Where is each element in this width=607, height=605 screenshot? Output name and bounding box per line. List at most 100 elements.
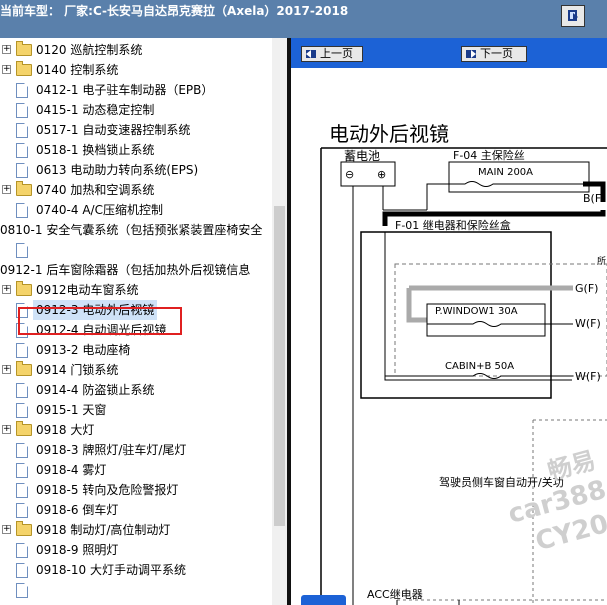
terminal-b: B(F	[583, 192, 601, 205]
tree-item-label: 0918-3 牌照灯/驻车灯/尾灯	[36, 443, 187, 457]
expand-toggle-icon[interactable]: +	[2, 65, 11, 74]
expand-toggle-icon[interactable]: +	[2, 425, 11, 434]
tree-item[interactable]: +0140 控制系统	[0, 60, 272, 80]
tree-item-label: 0913-2 电动座椅	[36, 343, 131, 357]
tree-item[interactable]: 0913-2 电动座椅	[0, 340, 272, 360]
tree-item-label: 0613 电动助力转向系统(EPS)	[36, 163, 199, 177]
tree-item[interactable]: 0415-1 动态稳定控制	[0, 100, 272, 120]
expand-toggle-icon[interactable]: +	[2, 45, 11, 54]
expand-toggle-icon[interactable]: +	[2, 185, 11, 194]
folder-icon	[16, 181, 32, 196]
tree-item[interactable]: 0613 电动助力转向系统(EPS)	[0, 160, 272, 180]
tree-item-label: 0518-1 换档锁止系统	[36, 143, 155, 157]
partial-label: 所	[597, 256, 606, 267]
expand-toggle-icon[interactable]: +	[2, 285, 11, 294]
title-bar: 当前车型： 厂家:C-长安马自达昂克赛拉（Axela）2017-2018	[0, 0, 607, 38]
folder-icon	[16, 421, 32, 436]
scrollbar-thumb[interactable]	[274, 206, 285, 526]
tree-item-label: 0914-4 防盗锁止系统	[36, 383, 155, 397]
tree-item-label: 0918-6 倒车灯	[36, 503, 119, 517]
tree-item[interactable]: 0918-10 大灯手动调平系统	[0, 560, 272, 580]
tree-item-label: 0918-9 照明灯	[36, 543, 119, 557]
document-icon	[16, 343, 28, 358]
tree-item[interactable]: 0810-1 安全气囊系统（包括预张紧装置座椅安全	[0, 220, 272, 240]
acc-relay-label: ACC继电器	[367, 588, 423, 601]
tree-item[interactable]: 0518-1 换档锁止系统	[0, 140, 272, 160]
tree-item-label: 0912电动车窗系统	[36, 283, 139, 297]
tree-item[interactable]: +0914 门锁系统	[0, 360, 272, 380]
exit-icon[interactable]	[561, 5, 585, 27]
window-fuse-label: P.WINDOW1 30A	[435, 306, 518, 317]
tree-item-label: 0918 大灯	[36, 423, 95, 437]
tree-item[interactable]	[0, 580, 272, 600]
tree-item[interactable]: 0740-4 A/C压缩机控制	[0, 200, 272, 220]
document-icon	[16, 103, 28, 118]
tree-item[interactable]: 0912-1 后车窗除霜器（包括加热外后视镜信息	[0, 260, 272, 280]
document-icon	[16, 463, 28, 478]
tree-item-label: 0415-1 动态稳定控制	[36, 103, 155, 117]
document-icon	[16, 403, 28, 418]
document-icon	[16, 583, 28, 598]
document-pane: 上一页 下一页 电动外后视镜 蓄电池 ⊖ ⊕ F-04 主保险丝 MAIN 20…	[287, 38, 607, 605]
tree-item-label: 0140 控制系统	[36, 63, 119, 77]
tree-item[interactable]: 0918-5 转向及危险警报灯	[0, 480, 272, 500]
tree-item[interactable]: 0918-4 雾灯	[0, 460, 272, 480]
battery-minus: ⊖	[345, 168, 354, 181]
document-icon	[16, 443, 28, 458]
tree-item-label: 0914 门锁系统	[36, 363, 119, 377]
tree-item[interactable]: 0915-1 天窗	[0, 400, 272, 420]
tree-item[interactable]: +0918 制动灯/高位制动灯	[0, 520, 272, 540]
document-icon	[16, 483, 28, 498]
document-icon	[16, 503, 28, 518]
tree-item[interactable]: +0912电动车窗系统	[0, 280, 272, 300]
tree-item-label: 0120 巡航控制系统	[36, 43, 143, 57]
document-icon	[16, 563, 28, 578]
document-icon	[16, 203, 28, 218]
tree-item[interactable]: 0918-6 倒车灯	[0, 500, 272, 520]
document-icon	[16, 83, 28, 98]
document-icon	[16, 163, 28, 178]
relay-box-label: F-01 继电器和保险丝盒	[395, 218, 511, 232]
expand-toggle-icon[interactable]: +	[2, 525, 11, 534]
main-fuse-block-label: F-04 主保险丝	[453, 148, 525, 162]
tree-item-label: 0918 制动灯/高位制动灯	[36, 523, 171, 537]
tree-item[interactable]: 0914-4 防盗锁止系统	[0, 380, 272, 400]
battery-label: 蓄电池	[344, 149, 380, 163]
terminal-g: G(F)	[575, 282, 598, 295]
tree-item-label: 0918-5 转向及危险警报灯	[36, 483, 179, 497]
driver-switch-label: 驾驶员侧车窗自动开/关功	[439, 475, 564, 489]
tree-item-label: 0810-1 安全气囊系统（包括预张紧装置座椅安全	[0, 223, 263, 237]
document-icon	[16, 383, 28, 398]
window-title: 当前车型： 厂家:C-长安马自达昂克赛拉（Axela）2017-2018	[0, 4, 349, 18]
tree-item[interactable]: 0517-1 自动变速器控制系统	[0, 120, 272, 140]
tree-item-label: 0918-4 雾灯	[36, 463, 107, 477]
document-icon	[16, 143, 28, 158]
terminal-w2: W(F)	[575, 370, 601, 383]
document-icon	[16, 123, 28, 138]
tree-item[interactable]: 0918-9 照明灯	[0, 540, 272, 560]
document-icon	[16, 543, 28, 558]
tree-item-label: 0740 加热和空调系统	[36, 183, 155, 197]
tree-item[interactable]: 0412-1 电子驻车制动器（EPB）	[0, 80, 272, 100]
battery-plus: ⊕	[377, 168, 386, 181]
tree-item-label: 0915-1 天窗	[36, 403, 107, 417]
tree-scrollbar[interactable]	[272, 38, 287, 605]
tree-item[interactable]: +0740 加热和空调系统	[0, 180, 272, 200]
tree-item[interactable]: +0918 大灯	[0, 420, 272, 440]
tree-item-label: 0740-4 A/C压缩机控制	[36, 203, 163, 217]
selection-highlight	[18, 307, 182, 335]
tree-item[interactable]	[0, 240, 272, 260]
folder-icon	[16, 361, 32, 376]
tree-item[interactable]: 0918-3 牌照灯/驻车灯/尾灯	[0, 440, 272, 460]
folder-icon	[16, 61, 32, 76]
folder-icon	[16, 41, 32, 56]
tree-item-label: 0912-1 后车窗除霜器（包括加热外后视镜信息	[0, 263, 251, 277]
expand-toggle-icon[interactable]: +	[2, 365, 11, 374]
bottom-tab[interactable]	[301, 595, 346, 605]
tree-item[interactable]: +0120 巡航控制系统	[0, 40, 272, 60]
folder-icon	[16, 521, 32, 536]
main-fuse-label: MAIN 200A	[478, 167, 533, 178]
tree-item-label: 0412-1 电子驻车制动器（EPB）	[36, 83, 214, 97]
folder-icon	[16, 281, 32, 296]
tree-item-label: 0918-10 大灯手动调平系统	[36, 563, 186, 577]
